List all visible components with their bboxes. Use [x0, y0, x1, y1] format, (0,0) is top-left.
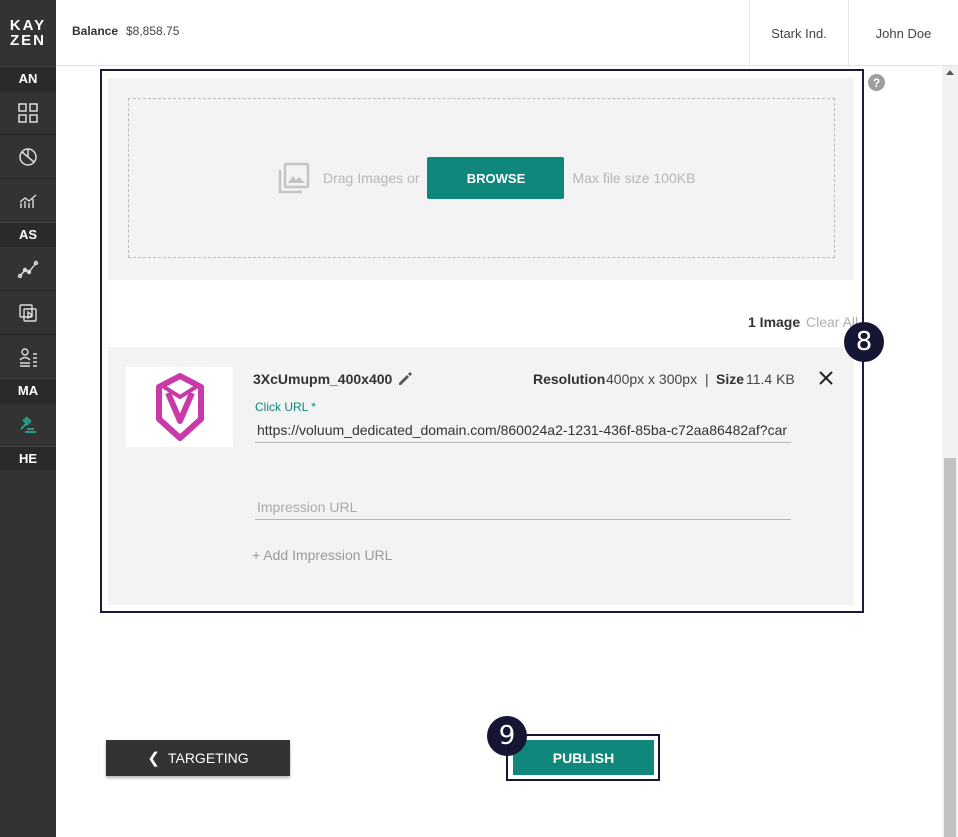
size-label: Size [716, 371, 745, 387]
image-drop-zone[interactable]: Drag Images or BROWSE Max file size 100K… [128, 98, 835, 258]
scrollbar-thumb[interactable] [944, 458, 956, 837]
resolution-label: Resolution [533, 371, 606, 387]
user-list-icon [19, 347, 37, 367]
logo-top-text: KAY [9, 17, 47, 34]
step-9-badge: 9 [487, 716, 527, 756]
chevron-left-icon: ❮ [147, 750, 160, 767]
section-label-he: HE [0, 446, 56, 470]
drag-images-text: Drag Images or [323, 170, 420, 186]
gavel-icon [20, 415, 36, 433]
bar-trend-icon [19, 193, 37, 208]
max-file-size-text: Max file size 100KB [572, 170, 696, 186]
image-name: 3XcUmupm_400x400 [253, 371, 393, 387]
page-scrollbar[interactable] [942, 66, 958, 837]
nav-analytics-pie[interactable] [0, 134, 56, 178]
edit-pencil-icon[interactable] [396, 370, 414, 388]
back-to-targeting-button[interactable]: ❮ TARGETING [106, 740, 290, 776]
click-url-input[interactable] [255, 417, 791, 443]
company-selector[interactable]: Stark Ind. [749, 0, 848, 66]
meta-separator: | [705, 371, 709, 387]
sidebar: KAY ZEN AN AS MA HE [0, 0, 56, 837]
media-stack-icon [19, 303, 37, 322]
balance-value: $8,858.75 [126, 24, 180, 38]
image-gallery-icon [278, 162, 310, 194]
image-upload-area: Drag Images or BROWSE Max file size 100K… [108, 78, 854, 280]
section-label-ma: MA [0, 378, 56, 402]
logo-bottom-text: ZEN [9, 32, 46, 49]
nav-audiences[interactable] [0, 334, 56, 378]
uploaded-image-card: 3XcUmupm_400x400 Resolution 400px x 300p… [108, 347, 854, 605]
brand-logo-icon [155, 373, 204, 441]
nav-reports[interactable] [0, 178, 56, 222]
balance-label: Balance [72, 24, 119, 38]
dashboard-grid-icon [18, 102, 38, 123]
help-icon[interactable]: ? [868, 74, 885, 91]
nav-campaign-builder-active[interactable] [0, 402, 56, 446]
nav-creatives[interactable] [0, 290, 56, 334]
pie-chart-icon [19, 147, 37, 166]
click-url-label: Click URL * [255, 400, 316, 414]
image-thumbnail [126, 367, 233, 447]
top-header: Balance $8,858.75 Stark Ind. John Doe [56, 0, 958, 66]
resolution-value: 400px x 300px [606, 371, 698, 387]
section-label-an: AN [0, 66, 56, 90]
step-8-badge: 8 [844, 322, 884, 362]
add-impression-url-link[interactable]: + Add Impression URL [252, 547, 392, 563]
line-graph-icon [17, 260, 39, 278]
nav-dashboard[interactable] [0, 90, 56, 134]
remove-image-close-icon[interactable] [817, 369, 835, 387]
publish-button[interactable]: PUBLISH [513, 740, 654, 775]
back-button-label: TARGETING [167, 750, 249, 766]
size-value: 11.4 KB [746, 371, 795, 387]
section-label-as: AS [0, 222, 56, 246]
nav-performance[interactable] [0, 246, 56, 290]
user-menu[interactable]: John Doe [848, 0, 958, 66]
scroll-up-arrow-icon[interactable] [946, 70, 954, 75]
browse-button[interactable]: BROWSE [427, 157, 565, 199]
image-count: 1 Image [748, 314, 801, 330]
impression-url-input[interactable] [255, 494, 791, 520]
kayzen-logo[interactable]: KAY ZEN [0, 0, 56, 66]
